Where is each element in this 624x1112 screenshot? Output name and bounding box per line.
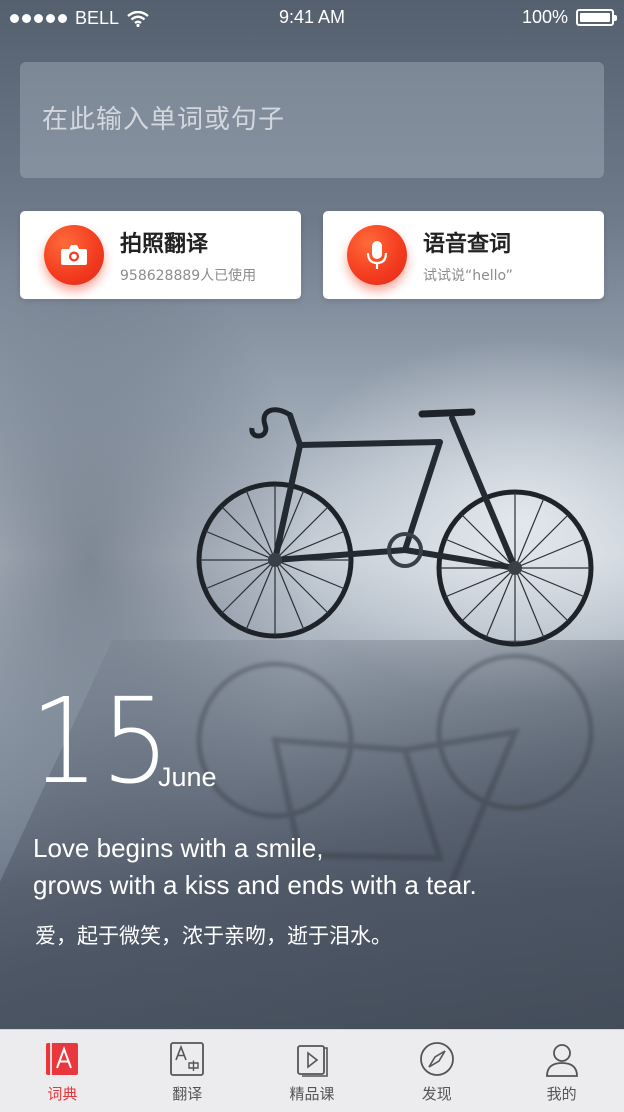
tab-discover[interactable]: 发现 [374, 1030, 499, 1112]
photo-translate-button[interactable]: 拍照翻译 958628889人已使用 [20, 211, 301, 299]
translate-icon [170, 1042, 205, 1076]
tab-translate[interactable]: 翻译 [125, 1030, 250, 1112]
camera-icon [44, 225, 104, 285]
quote-line-1: Love begins with a smile, [33, 833, 324, 863]
voice-lookup-button[interactable]: 语音查词 试试说“hello” [323, 211, 604, 299]
battery-icon [576, 9, 617, 26]
tab-dictionary[interactable]: 词典 [0, 1030, 125, 1112]
tab-discover-label: 发现 [421, 1085, 452, 1103]
photo-translate-title: 拍照翻译 [120, 231, 209, 257]
tab-profile-label: 我的 [546, 1085, 577, 1103]
tab-courses[interactable]: 精品课 [250, 1030, 375, 1112]
bicycle-illustration [196, 407, 594, 647]
course-icon [297, 1045, 328, 1077]
tab-courses-label: 精品课 [289, 1085, 335, 1103]
search-input[interactable] [20, 62, 604, 178]
tab-bar: 词典 翻译 精品课 发现 我的 [0, 1029, 624, 1112]
tab-profile[interactable]: 我的 [499, 1030, 624, 1112]
microphone-icon [347, 225, 407, 285]
tab-translate-label: 翻译 [172, 1085, 203, 1103]
voice-lookup-title: 语音查词 [423, 231, 512, 257]
voice-lookup-hint: 试试说“hello” [423, 267, 513, 284]
tab-dictionary-label: 词典 [47, 1085, 78, 1103]
daily-month: June [158, 762, 217, 792]
quote-line-2: grows with a kiss and ends with a tear. [33, 870, 477, 900]
daily-quote-english: Love begins with a smile, grows with a k… [33, 830, 477, 904]
compass-icon [419, 1042, 454, 1076]
daily-day: 15 [30, 672, 172, 810]
profile-icon [545, 1044, 578, 1077]
dictionary-icon [46, 1043, 79, 1075]
status-bar: BELL 9:41 AM 100% [0, 0, 624, 36]
daily-quote-chinese: 爱，起于微笑，浓于亲吻，逝于泪水。 [35, 924, 392, 948]
photo-translate-usage: 958628889人已使用 [120, 267, 257, 284]
battery-percentage: 100% [521, 7, 568, 27]
